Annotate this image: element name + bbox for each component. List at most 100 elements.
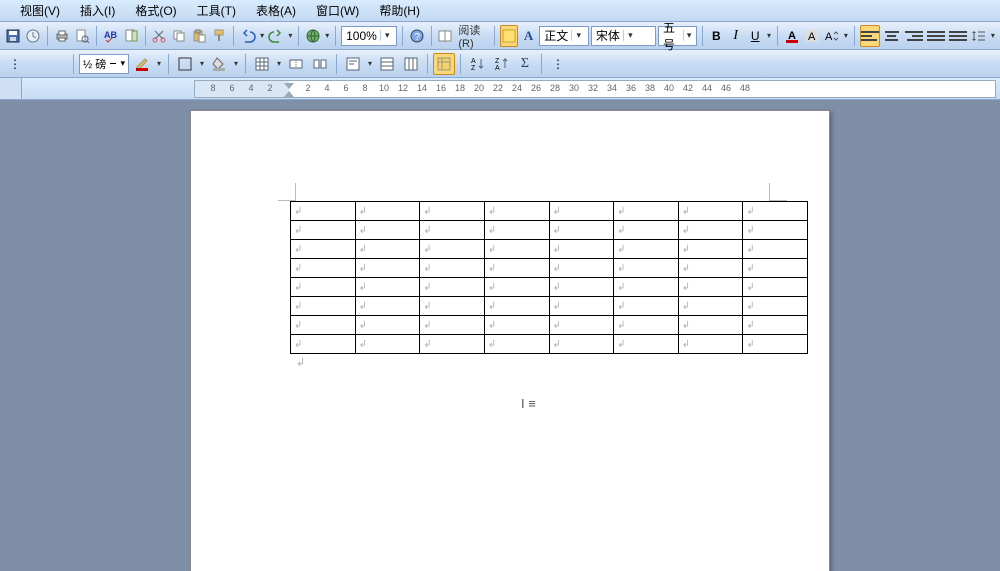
chevron-down-icon[interactable]: ▾ — [571, 30, 585, 41]
table-cell[interactable]: ↲ — [291, 221, 356, 240]
char-scaling-button[interactable]: A — [823, 25, 841, 47]
menu-table[interactable]: 表格(A) — [248, 0, 304, 21]
table-cell[interactable]: ↲ — [484, 240, 549, 259]
toolbar-options-icon[interactable]: ⋮ — [547, 53, 569, 75]
table-cell[interactable]: ↲ — [743, 335, 808, 354]
shading-dropdown[interactable]: ▾ — [232, 59, 240, 68]
table-cell[interactable]: ↲ — [355, 240, 420, 259]
table-cell[interactable]: ↲ — [355, 335, 420, 354]
table-row[interactable]: ↲↲↲↲↲↲↲↲ — [291, 221, 808, 240]
table-cell[interactable]: ↲ — [355, 316, 420, 335]
char-scaling-dropdown[interactable]: ▾ — [843, 31, 849, 40]
table-cell[interactable]: ↲ — [420, 335, 485, 354]
hyperlink-dropdown[interactable]: ▾ — [324, 31, 330, 40]
align-center-button[interactable] — [882, 25, 902, 47]
table-cell[interactable]: ↲ — [614, 221, 679, 240]
split-cells-button[interactable] — [309, 53, 331, 75]
menu-tools[interactable]: 工具(T) — [189, 0, 244, 21]
font-color-button[interactable]: A — [783, 25, 801, 47]
table-cell[interactable]: ↲ — [549, 335, 614, 354]
line-spacing-button[interactable] — [970, 25, 988, 47]
table-cell[interactable]: ↲ — [614, 278, 679, 297]
table-row[interactable]: ↲↲↲↲↲↲↲↲ — [291, 316, 808, 335]
border-color-button[interactable] — [131, 53, 153, 75]
undo-icon[interactable] — [239, 25, 257, 47]
shading-color-button[interactable] — [208, 53, 230, 75]
font-combo[interactable]: 宋体 ▾ — [591, 26, 656, 46]
print-icon[interactable] — [53, 25, 71, 47]
table-cell[interactable]: ↲ — [614, 202, 679, 221]
table-row[interactable]: ↲↲↲↲↲↲↲↲ — [291, 202, 808, 221]
autosum-button[interactable]: Σ — [514, 53, 536, 75]
table-cell[interactable]: ↲ — [614, 259, 679, 278]
table-cell[interactable]: ↲ — [420, 278, 485, 297]
table-cell[interactable]: ↲ — [549, 259, 614, 278]
table-cell[interactable]: ↲ — [678, 297, 743, 316]
table-cell[interactable]: ↲ — [355, 297, 420, 316]
help-icon[interactable]: ? — [408, 25, 426, 47]
page[interactable]: ↲↲↲↲↲↲↲↲↲↲↲↲↲↲↲↲↲↲↲↲↲↲↲↲↲↲↲↲↲↲↲↲↲↲↲↲↲↲↲↲… — [190, 110, 830, 571]
table-cell[interactable]: ↲ — [614, 316, 679, 335]
table-cell[interactable]: ↲ — [549, 297, 614, 316]
chevron-down-icon[interactable]: ▾ — [120, 58, 125, 69]
permission-icon[interactable] — [24, 25, 42, 47]
table-cell[interactable]: ↲ — [291, 202, 356, 221]
table-cell[interactable]: ↲ — [549, 202, 614, 221]
merge-cells-button[interactable] — [285, 53, 307, 75]
table-cell[interactable]: ↲ — [678, 202, 743, 221]
insert-table-button[interactable] — [251, 53, 273, 75]
align-left-button[interactable] — [860, 25, 880, 47]
menu-help[interactable]: 帮助(H) — [371, 0, 428, 21]
distribute-rows-button[interactable] — [376, 53, 398, 75]
paste-icon[interactable] — [190, 25, 208, 47]
table-cell[interactable]: ↲ — [291, 259, 356, 278]
style-combo[interactable]: 正文 ▾ — [539, 26, 589, 46]
table-cell[interactable]: ↲ — [484, 221, 549, 240]
table-cell[interactable]: ↲ — [420, 240, 485, 259]
table-cell[interactable]: ↲ — [614, 240, 679, 259]
undo-dropdown[interactable]: ▾ — [259, 31, 265, 40]
style-prefix-icon[interactable]: A — [520, 25, 537, 47]
menu-insert[interactable]: 插入(I) — [72, 0, 123, 21]
autoformat-button[interactable] — [433, 53, 455, 75]
format-painter-icon[interactable] — [210, 25, 228, 47]
sort-asc-button[interactable]: AZ — [466, 53, 488, 75]
table-cell[interactable]: ↲ — [420, 202, 485, 221]
table-row[interactable]: ↲↲↲↲↲↲↲↲ — [291, 240, 808, 259]
table-cell[interactable]: ↲ — [678, 316, 743, 335]
bold-button[interactable]: B — [708, 25, 725, 47]
menu-view[interactable]: 视图(V) — [12, 0, 68, 21]
cell-align-dropdown[interactable]: ▾ — [366, 59, 374, 68]
table-cell[interactable]: ↲ — [743, 297, 808, 316]
chevron-down-icon[interactable]: ▾ — [683, 30, 693, 41]
insert-table-dropdown[interactable]: ▾ — [275, 59, 283, 68]
print-preview-icon[interactable] — [73, 25, 91, 47]
table-cell[interactable]: ↲ — [743, 259, 808, 278]
table-cell[interactable]: ↲ — [549, 240, 614, 259]
table-cell[interactable]: ↲ — [549, 221, 614, 240]
table-cell[interactable]: ↲ — [420, 259, 485, 278]
table-cell[interactable]: ↲ — [678, 335, 743, 354]
cut-icon[interactable] — [150, 25, 168, 47]
menu-format[interactable]: 格式(O) — [127, 0, 184, 21]
table-row[interactable]: ↲↲↲↲↲↲↲↲ — [291, 297, 808, 316]
align-justify-button[interactable] — [926, 25, 946, 47]
table-cell[interactable]: ↲ — [355, 221, 420, 240]
chevron-down-icon[interactable]: ▾ — [623, 30, 637, 41]
redo-dropdown[interactable]: ▾ — [287, 31, 293, 40]
char-shading-button[interactable]: A — [803, 25, 821, 47]
table-cell[interactable]: ↲ — [549, 278, 614, 297]
table-cell[interactable]: ↲ — [420, 316, 485, 335]
table-row[interactable]: ↲↲↲↲↲↲↲↲ — [291, 278, 808, 297]
indent-marker[interactable] — [284, 83, 294, 97]
table-cell[interactable]: ↲ — [743, 202, 808, 221]
chevron-down-icon[interactable]: ▾ — [380, 30, 394, 41]
italic-button[interactable]: I — [727, 25, 744, 47]
save-icon[interactable] — [4, 25, 22, 47]
table-cell[interactable]: ↲ — [420, 297, 485, 316]
document-table[interactable]: ↲↲↲↲↲↲↲↲↲↲↲↲↲↲↲↲↲↲↲↲↲↲↲↲↲↲↲↲↲↲↲↲↲↲↲↲↲↲↲↲… — [290, 201, 808, 354]
menu-window[interactable]: 窗口(W) — [308, 0, 367, 21]
table-cell[interactable]: ↲ — [484, 316, 549, 335]
table-row[interactable]: ↲↲↲↲↲↲↲↲ — [291, 335, 808, 354]
table-cell[interactable]: ↲ — [291, 335, 356, 354]
